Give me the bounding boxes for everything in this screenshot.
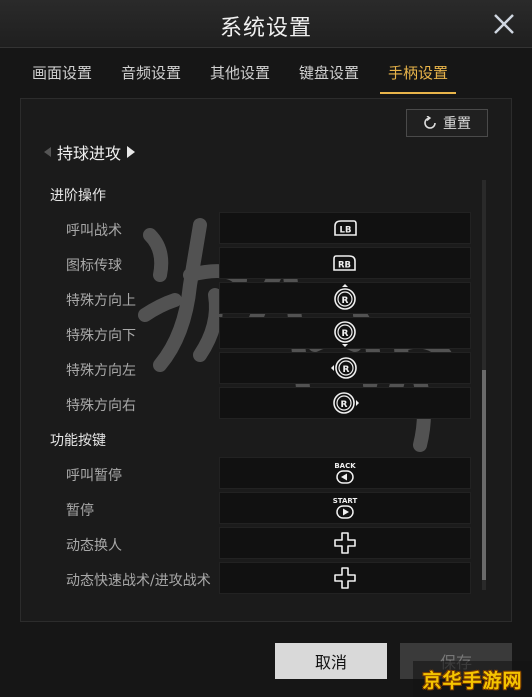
group-title-advanced: 进阶操作	[50, 188, 106, 204]
binding-special-right[interactable]: R	[219, 387, 471, 419]
right-stick-right-icon: R	[333, 392, 359, 414]
tab-keyboard[interactable]: 键盘设置	[299, 62, 359, 92]
binding-call-timeout[interactable]: BACK	[219, 457, 471, 489]
scrollbar-thumb[interactable]	[482, 370, 486, 580]
stick-letter: R	[343, 365, 350, 375]
back-text: BACK	[334, 462, 356, 470]
binding-special-left[interactable]: R	[219, 352, 471, 384]
lb-button-icon: LB	[334, 220, 357, 236]
next-section-icon[interactable]	[127, 146, 136, 158]
section-title: 持球进攻	[57, 144, 122, 163]
title-bar: 系统设置	[0, 0, 532, 48]
tab-display[interactable]: 画面设置	[32, 62, 92, 92]
binding-pause[interactable]: START	[219, 492, 471, 524]
stick-letter: R	[342, 329, 349, 339]
row-label-call-tactic: 呼叫战术	[66, 223, 122, 239]
tab-bar: 画面设置 音频设置 其他设置 键盘设置 手柄设置	[0, 52, 532, 94]
binding-call-tactic[interactable]: LB	[219, 212, 471, 244]
window-title: 系统设置	[219, 16, 312, 41]
row-label-pause: 暂停	[66, 503, 94, 519]
binding-dynamic-switch[interactable]	[219, 527, 471, 559]
reset-button[interactable]: 重置	[406, 109, 488, 137]
binding-icon-pass[interactable]: RB	[219, 247, 471, 279]
row-label-special-left: 特殊方向左	[66, 363, 136, 379]
row-label-special-up: 特殊方向上	[66, 293, 136, 309]
tab-controller[interactable]: 手柄设置	[380, 62, 456, 94]
reset-icon	[424, 116, 436, 129]
tab-audio[interactable]: 音频设置	[121, 62, 181, 92]
dpad-icon	[334, 567, 356, 589]
row-label-call-timeout: 呼叫暂停	[66, 468, 122, 484]
group-title-function-keys: 功能按键	[50, 433, 106, 449]
brand-watermark: 京华手游网	[413, 661, 532, 697]
rb-text: RB	[338, 261, 351, 271]
right-stick-left-icon: R	[331, 357, 357, 379]
right-stick-up-icon: R	[334, 284, 356, 310]
cancel-button[interactable]: 取消	[275, 643, 387, 679]
dpad-icon	[334, 532, 356, 554]
lb-text: LB	[340, 226, 352, 236]
back-button-icon: BACK	[334, 462, 356, 484]
reset-label: 重置	[443, 116, 471, 132]
stick-letter: R	[341, 400, 348, 410]
section-switcher: 持球进攻	[44, 141, 136, 163]
rb-button-icon: RB	[333, 255, 356, 271]
stick-letter: R	[342, 296, 349, 306]
row-label-special-right: 特殊方向右	[66, 398, 136, 414]
start-text: START	[333, 497, 358, 505]
binding-dynamic-quick-tactic[interactable]	[219, 562, 471, 594]
binding-special-up[interactable]: R	[219, 282, 471, 314]
row-label-special-down: 特殊方向下	[66, 328, 136, 344]
binding-special-down[interactable]: R	[219, 317, 471, 349]
previous-section-icon[interactable]	[44, 147, 51, 157]
right-stick-down-icon: R	[334, 321, 356, 347]
close-icon[interactable]	[490, 10, 518, 38]
row-label-icon-pass: 图标传球	[66, 258, 122, 274]
row-label-dynamic-quick-tactic: 动态快速战术/进攻战术	[66, 573, 211, 589]
start-button-icon: START	[333, 497, 358, 519]
row-label-dynamic-switch: 动态换人	[66, 538, 122, 554]
tab-other[interactable]: 其他设置	[210, 62, 270, 92]
